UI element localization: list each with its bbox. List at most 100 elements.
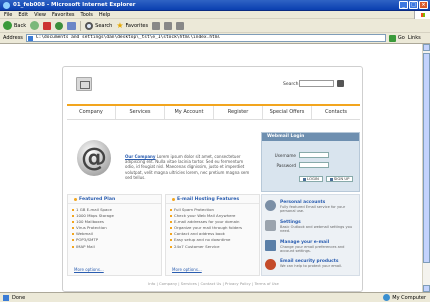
sidebar-item-email-security[interactable]: Email security products We can help to p… xyxy=(265,259,359,270)
signup-button[interactable]: SIGN UP xyxy=(325,176,354,182)
password-input[interactable] xyxy=(299,162,329,168)
forward-arrow-icon xyxy=(30,21,40,30)
nav-company[interactable]: Company xyxy=(67,106,116,119)
menu-edit[interactable]: Edit xyxy=(18,12,28,18)
hosting-features-heading: E-mail Hosting Features xyxy=(166,195,259,204)
intro-section: @ Our Company Lorem ipsum dolor sit amet… xyxy=(67,132,260,192)
website-container: Search Company Services My Account Regis… xyxy=(62,66,363,292)
go-label: Go xyxy=(397,35,405,41)
favorites-button[interactable]: ★ Favorites xyxy=(116,20,148,30)
mail-icon[interactable] xyxy=(164,21,173,30)
mail-icon xyxy=(265,240,276,251)
toolbar-separator xyxy=(80,20,82,31)
window-titlebar: 01_feb008 - Microsoft Internet Explorer … xyxy=(0,0,430,11)
menu-file[interactable]: File xyxy=(4,12,12,18)
sidebar-item-description: Basic Outlook and webmail settings you n… xyxy=(280,225,353,234)
back-label: Back xyxy=(14,22,27,29)
sidebar-item-text: Manage your e-mail Change your email pre… xyxy=(280,240,359,253)
menu-view[interactable]: View xyxy=(34,12,46,18)
page-status-icon xyxy=(3,294,9,301)
password-row: Password xyxy=(272,162,329,168)
login-buttons: LOGIN SIGN UP xyxy=(299,176,354,182)
maximize-button[interactable]: □ xyxy=(409,1,418,9)
features-section: Featured Plan 1 GB E-mail Space 1000 Mbp… xyxy=(67,194,260,276)
go-button[interactable]: Go xyxy=(388,34,405,42)
intro-paragraph: Our Company Lorem ipsum dolor sit amet, … xyxy=(125,154,253,180)
menu-tools[interactable]: Tools xyxy=(81,12,93,18)
username-label: Username xyxy=(274,152,296,158)
sidebar-item-text: Settings Basic Outlook and webmail setti… xyxy=(280,220,359,233)
list-item: 24x7 Customer Service xyxy=(170,244,259,250)
window-buttons: _ □ × xyxy=(399,1,428,9)
links-label[interactable]: Links xyxy=(408,35,421,41)
close-button[interactable]: × xyxy=(419,1,428,9)
site-search-input[interactable] xyxy=(299,80,334,87)
login-button-label: LOGIN xyxy=(307,176,319,181)
login-title: Webmail Login xyxy=(262,133,359,141)
refresh-icon[interactable] xyxy=(55,21,64,30)
sidebar-item-settings[interactable]: Settings Basic Outlook and webmail setti… xyxy=(265,220,359,233)
login-arrow-icon xyxy=(303,177,306,181)
computer-icon xyxy=(383,294,391,301)
history-icon[interactable] xyxy=(152,21,161,30)
browser-toolbar: Back Search ★ Favorites xyxy=(0,19,430,33)
site-search-label: Search xyxy=(283,82,299,87)
address-input[interactable]: C:\documents and settings\dan\desktop\_t… xyxy=(25,34,386,42)
hosting-features-title: E-mail Hosting Features xyxy=(177,196,240,202)
featured-plan-title: Featured Plan xyxy=(79,196,116,202)
sidebar-item-personal-accounts[interactable]: Personal accounts Fully featured Email s… xyxy=(265,200,359,213)
address-bar: Address C:\documents and settings\dan\de… xyxy=(0,33,430,44)
at-sign-icon: @ xyxy=(77,140,111,176)
vertical-scrollbar[interactable] xyxy=(422,44,430,292)
sidebar-item-description: We can help to protect your email. xyxy=(280,264,343,268)
hosting-features-column: E-mail Hosting Features Full Spam Protec… xyxy=(165,194,260,276)
forward-button[interactable] xyxy=(30,21,40,30)
home-icon[interactable] xyxy=(67,21,77,30)
nav-special-offers[interactable]: Special Offers xyxy=(263,106,312,119)
scroll-down-button[interactable] xyxy=(423,285,430,292)
address-value: C:\documents and settings\dan\desktop\_t… xyxy=(35,35,221,40)
back-button[interactable]: Back xyxy=(3,21,26,30)
nav-register[interactable]: Register xyxy=(214,106,263,119)
scroll-up-button[interactable] xyxy=(423,44,430,51)
bullet-icon xyxy=(172,197,175,201)
zone-label: My Computer xyxy=(392,294,426,301)
featured-plan-column: Featured Plan 1 GB E-mail Space 1000 Mbp… xyxy=(67,194,162,276)
username-input[interactable] xyxy=(299,152,329,158)
signup-button-label: SIGN UP xyxy=(333,176,350,181)
sidebar-item-description: Change your email preferences and accoun… xyxy=(280,245,345,254)
stop-icon[interactable] xyxy=(43,21,52,30)
go-arrow-icon xyxy=(388,34,396,42)
nav-services[interactable]: Services xyxy=(116,106,165,119)
search-button[interactable]: Search xyxy=(85,21,112,30)
status-zone: My Computer xyxy=(383,294,426,301)
password-label: Password xyxy=(276,162,296,168)
menu-bar: File Edit View Favorites Tools Help xyxy=(0,11,430,19)
nav-contacts[interactable]: Contacts xyxy=(312,106,360,119)
signup-arrow-icon xyxy=(329,177,333,181)
minimize-button[interactable]: _ xyxy=(399,1,408,9)
address-label: Address xyxy=(3,35,23,41)
sidebar-item-text: Email security products We can help to p… xyxy=(280,259,342,270)
featured-more-link[interactable]: More options... xyxy=(74,267,104,272)
menu-help[interactable]: Help xyxy=(99,12,110,18)
site-footer[interactable]: Info | Company | Services | Contact Us |… xyxy=(83,281,344,286)
page-icon xyxy=(27,36,33,41)
username-row: Username xyxy=(272,152,329,158)
site-nav: Company Services My Account Register Spe… xyxy=(67,104,360,120)
sidebar-item-manage-email[interactable]: Manage your e-mail Change your email pre… xyxy=(265,240,359,253)
print-icon[interactable] xyxy=(176,21,185,30)
webmail-login-panel: Webmail Login Username Password LOGIN SI… xyxy=(261,132,360,192)
menu-favorites[interactable]: Favorites xyxy=(52,12,75,18)
favorites-star-icon: ★ xyxy=(116,20,124,30)
hosting-features-list: Full Spam Protection Check your Web Mail… xyxy=(166,204,259,250)
nav-my-account[interactable]: My Account xyxy=(165,106,214,119)
featured-plan-heading: Featured Plan xyxy=(68,195,161,204)
status-text: Done xyxy=(12,294,26,301)
scroll-thumb[interactable] xyxy=(423,53,430,263)
windows-logo-icon xyxy=(414,11,430,19)
site-search-button[interactable] xyxy=(337,80,344,87)
envelope-logo-icon[interactable] xyxy=(76,77,92,91)
hosting-more-link[interactable]: More options... xyxy=(172,267,202,272)
login-button[interactable]: LOGIN xyxy=(299,176,323,182)
